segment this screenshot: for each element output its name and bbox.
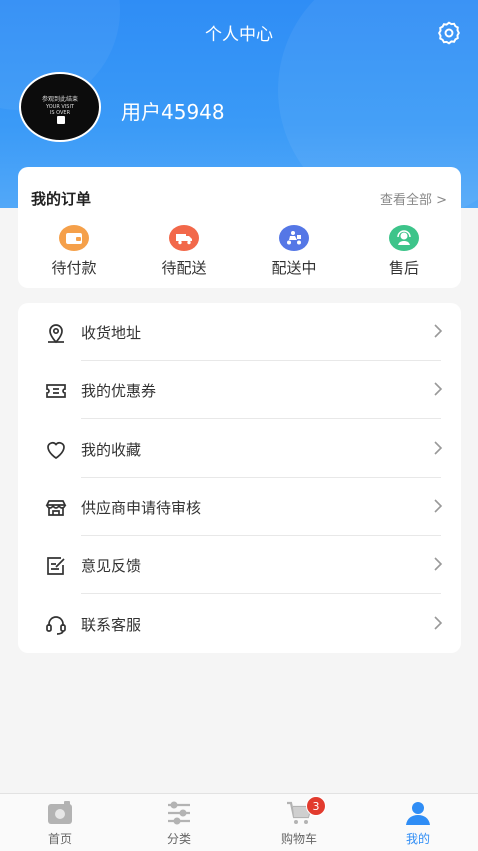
- location-pin-icon: [44, 321, 68, 345]
- order-status-after-sales[interactable]: 售后: [366, 225, 442, 278]
- tab-label: 首页: [47, 832, 72, 846]
- feedback-icon: [44, 554, 68, 578]
- order-status-delivering[interactable]: 配送中: [256, 225, 332, 278]
- order-status-label: 待付款: [51, 259, 97, 277]
- order-status-label: 配送中: [271, 259, 317, 277]
- profile-icon: [404, 800, 432, 826]
- menu-item-label: 联系客服: [81, 616, 142, 634]
- coupon-icon: [44, 379, 68, 403]
- home-icon: [46, 800, 74, 826]
- chevron-right-icon: [433, 323, 443, 339]
- avatar[interactable]: 参观到此结束 YOUR VISIT IS OVER: [19, 72, 101, 142]
- menu-item-contact-support[interactable]: 联系客服: [18, 595, 461, 653]
- orders-title: 我的订单: [31, 190, 92, 208]
- menu-list: 收货地址 我的优惠券 我的收藏 供应商申请待审核 意见反馈 联系客服: [18, 303, 461, 653]
- cart-badge: 3: [306, 796, 326, 816]
- tab-category[interactable]: 分类: [139, 800, 219, 847]
- tab-profile[interactable]: 我的: [378, 800, 458, 847]
- tab-label: 分类: [166, 832, 191, 846]
- delivery-scooter-icon: [279, 225, 309, 251]
- truck-icon: [169, 225, 199, 251]
- menu-item-feedback[interactable]: 意见反馈: [18, 536, 461, 594]
- tab-label: 购物车: [280, 832, 317, 846]
- tab-home[interactable]: 首页: [20, 800, 100, 847]
- chevron-right-icon: [433, 498, 443, 514]
- chevron-right-icon: [433, 556, 443, 572]
- chevron-right-icon: [433, 615, 443, 631]
- gear-icon[interactable]: [436, 20, 462, 46]
- tab-cart[interactable]: 3 购物车: [259, 796, 339, 847]
- page-title: 个人中心: [205, 25, 273, 45]
- bottom-tab-bar: 首页 分类 3 购物车 我的: [0, 793, 478, 851]
- username: 用户45948: [121, 100, 225, 124]
- chevron-right-icon: [433, 381, 443, 397]
- view-all-orders-link[interactable]: 查看全部 >: [380, 189, 447, 208]
- divider: [81, 418, 441, 419]
- order-status-pending-delivery[interactable]: 待配送: [146, 225, 222, 278]
- menu-item-shipping-address[interactable]: 收货地址: [18, 303, 461, 361]
- headset-icon: [44, 613, 68, 637]
- order-status-pending-payment[interactable]: 待付款: [36, 225, 112, 278]
- menu-item-label: 收货地址: [81, 324, 142, 342]
- cart-icon: 3: [285, 796, 326, 826]
- customer-service-icon: [389, 225, 419, 251]
- menu-item-label: 意见反馈: [81, 557, 142, 575]
- menu-item-label: 我的收藏: [81, 441, 142, 459]
- avatar-text: 参观到此结束: [41, 96, 78, 103]
- menu-item-supplier-application[interactable]: 供应商申请待审核: [18, 478, 461, 536]
- my-orders-card: 我的订单 查看全部 > 待付款 待配送 配送中 售后: [18, 167, 461, 288]
- store-icon: [44, 496, 68, 520]
- tab-label: 我的: [405, 832, 430, 846]
- menu-item-label: 我的优惠券: [81, 382, 157, 400]
- heart-icon: [44, 438, 68, 462]
- order-status-label: 待配送: [161, 259, 207, 277]
- menu-item-my-favorites[interactable]: 我的收藏: [18, 420, 461, 478]
- menu-item-label: 供应商申请待审核: [81, 499, 202, 517]
- wallet-icon: [59, 225, 89, 251]
- menu-item-my-coupons[interactable]: 我的优惠券: [18, 361, 461, 419]
- chevron-right-icon: [433, 440, 443, 456]
- category-icon: [165, 800, 193, 826]
- avatar-graphic: [57, 116, 65, 124]
- order-status-label: 售后: [388, 259, 419, 277]
- divider: [81, 593, 441, 594]
